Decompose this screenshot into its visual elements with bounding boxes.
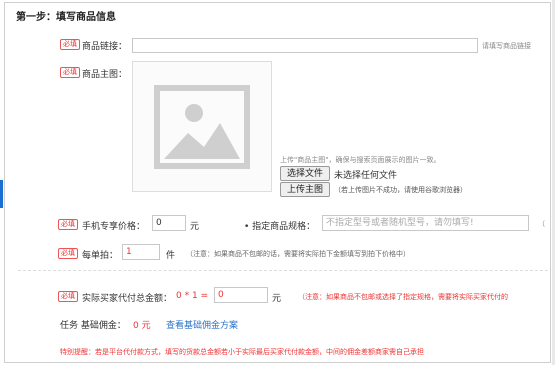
- commission-value: 0 元: [133, 321, 151, 331]
- total-unit: 元: [272, 294, 282, 304]
- per-order-label: 每单拍：: [82, 251, 119, 261]
- mobile-price-input[interactable]: 0: [152, 215, 186, 231]
- required-badge: 必填: [60, 39, 80, 50]
- upload-hint: （若上传图片不成功，请使用谷歌浏览器）: [334, 186, 467, 194]
- per-order-note: （注意：如果商品不包邮的话，需要将实际拍下金额填写到拍下价格中）: [186, 250, 410, 258]
- step-title: 第一步：填写商品信息: [16, 12, 116, 23]
- main-image-hint: 上传"商品主图"，确保与搜索页面展示的图片一致。: [280, 156, 441, 164]
- left-edge-marker: [0, 180, 3, 208]
- spec-label: • 指定商品规格：: [244, 222, 316, 232]
- total-label: 实际买家代付总金额：: [82, 294, 173, 304]
- per-order-quantity-input[interactable]: 1: [122, 244, 160, 260]
- choose-file-button[interactable]: 选择文件: [280, 166, 330, 181]
- image-placeholder-icon: [154, 85, 250, 169]
- total-note: （注意：如果商品不包邮或选择了指定规格，需要将实际买家代付的: [298, 293, 508, 301]
- required-badge: 必填: [58, 248, 78, 259]
- required-badge: 必填: [58, 291, 78, 302]
- no-file-text: 未选择任何文件: [334, 171, 398, 181]
- mobile-price-unit: 元: [190, 222, 200, 232]
- main-image-label: 商品主图：: [82, 70, 128, 80]
- mobile-price-label: 手机专享价格：: [82, 222, 146, 232]
- form-panel: [4, 2, 551, 363]
- spec-input[interactable]: 不指定型号或者随机型号，请勿填写!: [322, 215, 529, 231]
- required-badge: 必填: [58, 219, 78, 230]
- per-order-unit: 件: [166, 251, 176, 261]
- product-link-input[interactable]: [132, 38, 478, 53]
- upload-main-image-button[interactable]: 上传主图: [280, 182, 330, 197]
- image-preview-box: [132, 61, 272, 192]
- total-amount-input[interactable]: 0: [214, 287, 268, 303]
- commission-label: 任务 基础佣金：: [60, 321, 126, 331]
- view-commission-plan-link[interactable]: 查看基础佣金方案: [166, 318, 238, 331]
- product-link-hint: 请填写商品链接: [482, 42, 531, 50]
- section-divider: [18, 270, 548, 271]
- required-badge: 必填: [60, 67, 80, 78]
- product-link-label: 商品链接：: [82, 42, 128, 52]
- total-formula: 0 * 1 =: [176, 291, 209, 301]
- special-notice: 特别提醒：若是平台代付款方式，填写的货款总金额若小于实际最后买家代付款金额，中间…: [60, 348, 424, 356]
- spec-trailing-text: （: [538, 220, 545, 228]
